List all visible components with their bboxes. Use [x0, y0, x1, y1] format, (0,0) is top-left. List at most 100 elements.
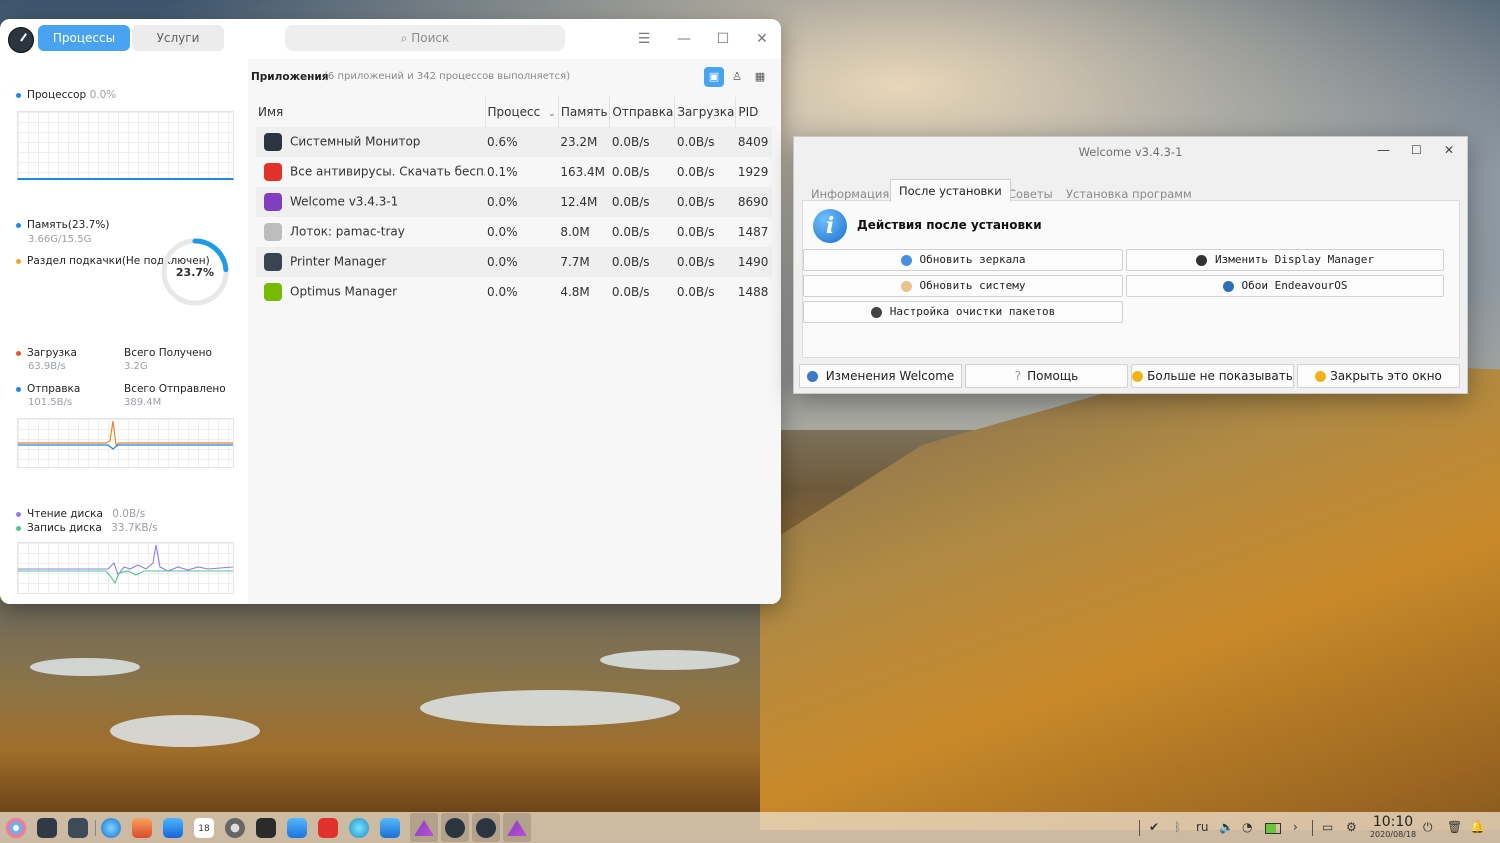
nvidia-icon — [264, 283, 282, 301]
globe-icon — [900, 254, 912, 266]
keyboard-layout[interactable]: ru — [1196, 820, 1209, 834]
app-store-icon[interactable] — [287, 818, 307, 838]
close-button[interactable]: ✕ — [1444, 143, 1454, 157]
process-name-cell: Все антивирусы. Скачать беспла... — [256, 157, 485, 187]
calendar-icon[interactable]: 18 — [194, 818, 214, 838]
gear-icon[interactable]: ⚙ — [1346, 820, 1357, 834]
wifi-icon[interactable]: ◔ — [1242, 820, 1252, 834]
process-cpu-cell: 0.0% — [487, 225, 518, 239]
system-monitor-window: Процессы Услуги ⌕ Поиск ☰ — ☐ ✕ Процессо… — [0, 19, 781, 604]
close-window-button[interactable]: Закрыть это окно — [1297, 364, 1460, 388]
endeavouros-wallpaper-button[interactable]: Обои EndeavourOS — [1126, 275, 1444, 297]
notification-bell-icon[interactable]: 🔔 — [1470, 820, 1485, 834]
maximize-button[interactable]: ☐ — [1411, 143, 1422, 157]
table-row[interactable]: Optimus Manager 0.0% 4.8M 0.0B/s 0.0B/s 1488 — [256, 277, 772, 307]
column-download[interactable]: Загрузка — [674, 97, 737, 127]
process-pid-cell: 1490 — [735, 247, 772, 277]
process-send-cell: 0.0B/s — [611, 225, 650, 239]
process-recv-cell: 0.0B/s — [676, 285, 715, 299]
column-name[interactable]: Имя — [256, 97, 486, 127]
process-pid-cell: 8690 — [735, 187, 772, 217]
table-row[interactable]: Welcome v3.4.3-1 0.0% 12.4M 0.0B/s 0.0B/s 869… — [256, 187, 772, 217]
table-row[interactable]: Все антивирусы. Скачать беспла...0.1% 163… — [256, 157, 772, 187]
table-row[interactable]: Printer Manager 0.0% 7.7M 0.0B/s 0.0B/s 1490 — [256, 247, 772, 277]
search-icon: ⌕ — [400, 31, 408, 45]
multitasking-icon[interactable] — [68, 818, 88, 838]
package-cleanup-button[interactable]: Настройка очистки пакетов — [803, 301, 1123, 323]
process-table: Имя Процесс ⌄ Память Отправка Загрузка P… — [256, 97, 772, 307]
change-display-manager-button[interactable]: Изменить Display Manager — [1126, 249, 1444, 271]
network-app-icon[interactable] — [349, 818, 369, 838]
image-viewer-icon[interactable] — [132, 818, 152, 838]
menu-icon[interactable]: ☰ — [634, 29, 654, 49]
system-monitor-logo-icon — [8, 27, 34, 53]
column-pid[interactable]: PID — [736, 97, 772, 127]
process-send-cell: 0.0B/s — [611, 165, 650, 179]
column-process[interactable]: Процесс ⌄ — [485, 97, 559, 127]
system-monitor-icon[interactable] — [476, 818, 496, 838]
process-mem-cell: 163.4M — [560, 165, 606, 179]
info-icon: i — [813, 209, 847, 243]
chevron-right-icon[interactable]: › — [1293, 820, 1298, 834]
browser-icon[interactable] — [101, 818, 121, 838]
all-processes-icon[interactable]: ▦ — [750, 67, 770, 87]
power-icon[interactable]: ⏻ — [1423, 820, 1433, 835]
help-icon: ? — [1014, 369, 1022, 383]
cpu-graph — [17, 111, 234, 180]
minimize-button[interactable]: — — [674, 29, 694, 49]
music-icon[interactable] — [163, 818, 183, 838]
update-icon — [900, 280, 912, 292]
tab-post-install[interactable]: После установки — [890, 179, 1011, 202]
check-icon[interactable]: ✔ — [1149, 820, 1159, 834]
trash-icon[interactable]: 🗑 — [1447, 820, 1462, 834]
process-mem-cell: 12.4M — [558, 187, 610, 217]
update-system-button[interactable]: Обновить систему — [803, 275, 1123, 297]
memory-value: 3.66G/15.5G — [28, 234, 92, 245]
calendar-day: 18 — [198, 824, 210, 834]
endeavouros-icon — [806, 371, 818, 382]
bluetooth-icon[interactable]: ᛒ — [1174, 820, 1181, 834]
column-send[interactable]: Отправка — [609, 97, 676, 127]
show-desktop-icon[interactable] — [37, 818, 57, 838]
tab-services[interactable]: Услуги — [132, 25, 224, 51]
close-button[interactable]: ✕ — [752, 29, 772, 49]
process-name-cell: Printer Manager — [256, 247, 485, 277]
minimize-button[interactable]: — — [1377, 143, 1390, 158]
update-mirrors-button[interactable]: Обновить зеркала — [803, 249, 1123, 271]
terminal-icon[interactable] — [256, 818, 276, 838]
process-pid-cell: 1929 — [737, 165, 769, 179]
welcome-title: Welcome v3.4.3-1 — [1078, 145, 1183, 159]
vivaldi-icon[interactable] — [318, 818, 338, 838]
maximize-button[interactable]: ☐ — [713, 29, 733, 49]
tab-processes[interactable]: Процессы — [38, 25, 130, 51]
disk-graph — [17, 542, 234, 594]
app-view-icon[interactable]: ▣ — [704, 67, 724, 87]
welcome-changes-button[interactable]: Изменения Welcome — [799, 364, 962, 388]
wallpaper-lake — [30, 658, 140, 676]
column-memory[interactable]: Память — [558, 97, 611, 127]
resources-sidebar: Процессор 0.0% Память(23.7%) 3.66G/15.5G… — [0, 59, 248, 604]
launcher-icon[interactable] — [6, 818, 26, 838]
process-send-cell: 0.0B/s — [611, 285, 650, 299]
settings-icon[interactable] — [225, 818, 245, 838]
dev-tool-icon[interactable] — [380, 818, 400, 838]
upload-label: Отправка — [16, 383, 80, 395]
process-mem-cell: 7.7M — [558, 247, 610, 277]
table-header: Имя Процесс ⌄ Память Отправка Загрузка P… — [256, 97, 772, 127]
table-row[interactable]: Лоток: pamac-tray 0.0% 8.0M 0.0B/s 0.0B/s 148… — [256, 217, 772, 247]
table-row[interactable]: Системный Монитор 0.6% 23.2M 0.0B/s 0.0B/s 84… — [256, 127, 772, 157]
gear-icon — [870, 306, 882, 318]
wallpaper-lake — [110, 715, 260, 747]
keyboard-icon[interactable]: ▭ — [1322, 820, 1333, 834]
battery-icon[interactable] — [1265, 823, 1281, 834]
vivaldi-icon — [264, 163, 282, 181]
clock[interactable]: 10:10 2020/08/18 — [1368, 815, 1418, 840]
system-monitor-icon — [264, 133, 282, 151]
user-view-icon[interactable]: ♙ — [727, 67, 747, 87]
system-monitor-icon[interactable] — [445, 818, 465, 838]
search-input[interactable]: ⌕ Поиск — [285, 25, 565, 51]
cpu-label: Процессор 0.0% — [16, 89, 116, 101]
dont-show-again-button[interactable]: Больше не показывать — [1131, 364, 1294, 388]
help-button[interactable]: ? Помощь — [965, 364, 1128, 388]
volume-icon[interactable]: 🔉 — [1219, 820, 1234, 834]
